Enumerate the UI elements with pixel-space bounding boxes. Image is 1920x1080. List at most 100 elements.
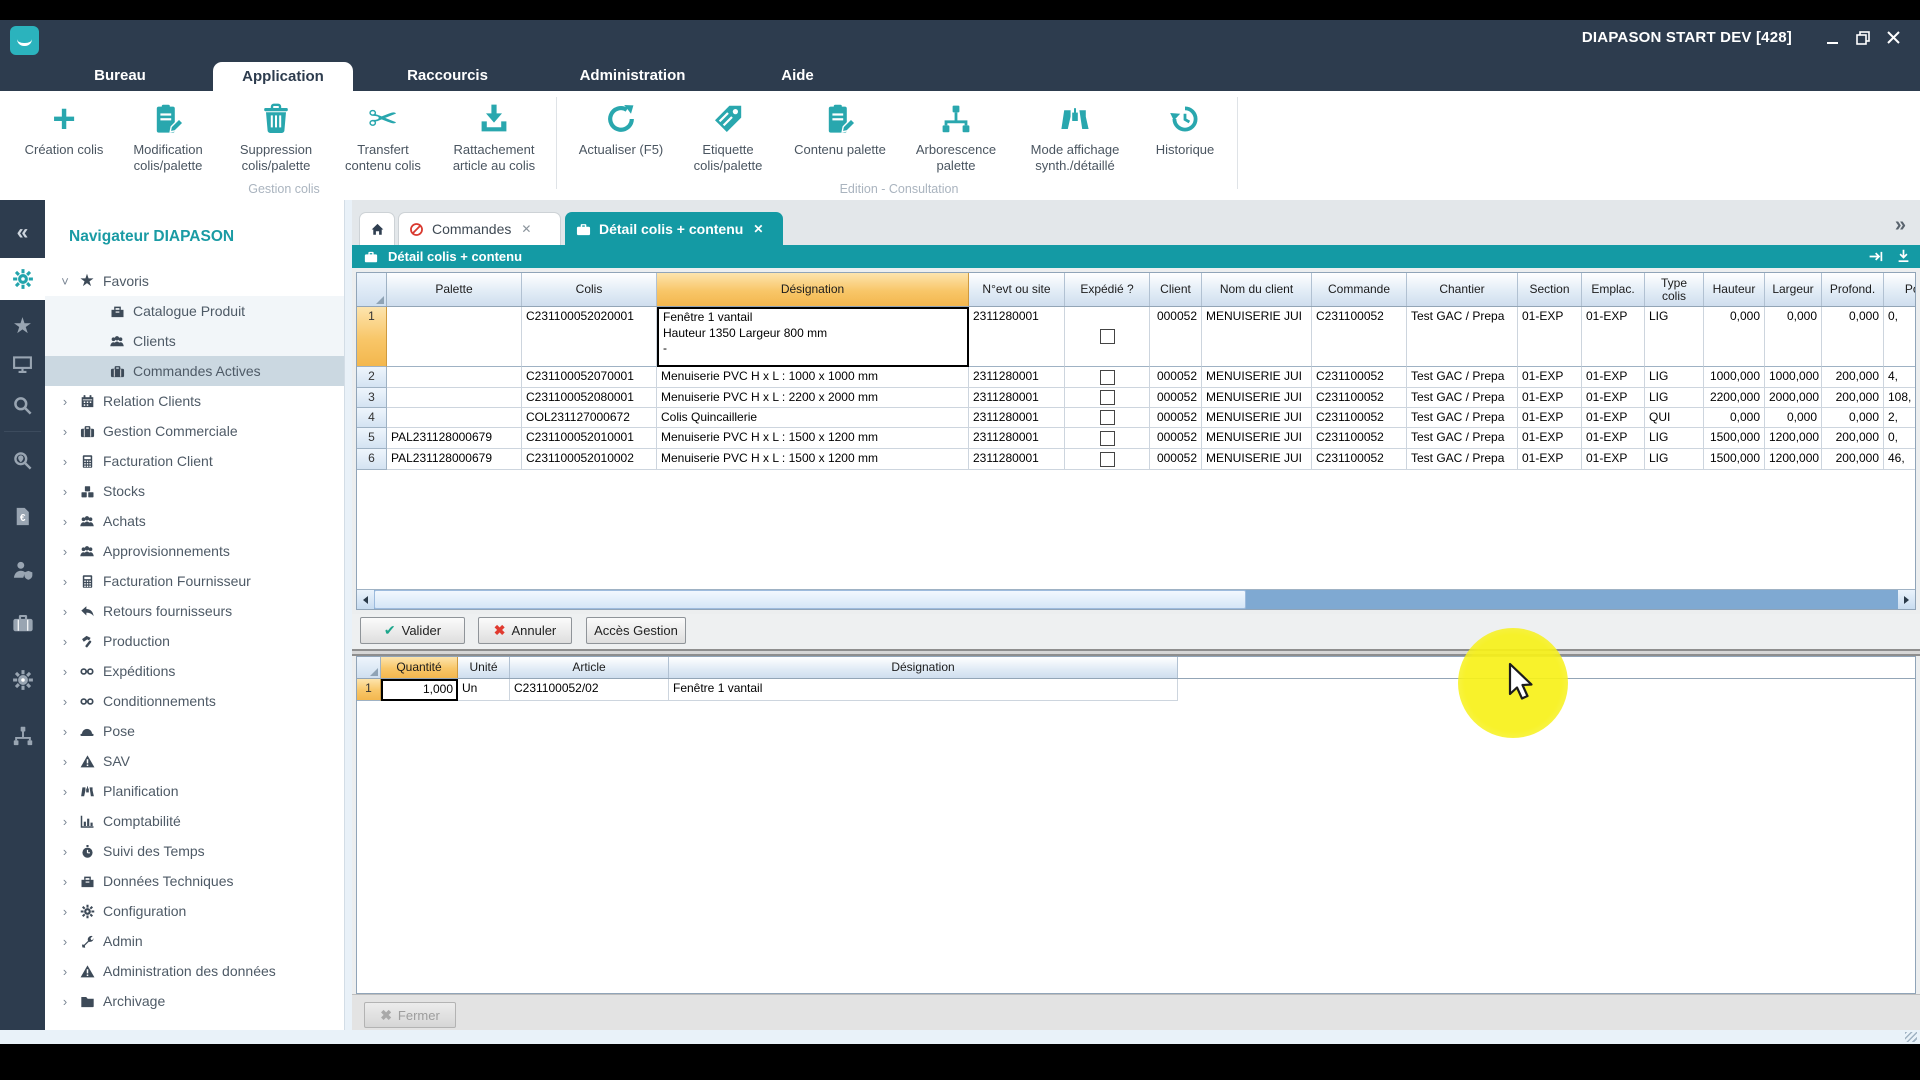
sidebar-item-retours-fournisseurs[interactable]: ›Retours fournisseurs (45, 596, 345, 626)
cell-commande[interactable]: C231100052 (1312, 428, 1407, 449)
sidebar-item-suivi-des-temps[interactable]: ›Suivi des Temps (45, 836, 345, 866)
cell-profond[interactable]: 0,000 (1822, 307, 1884, 367)
checkbox-unchecked[interactable] (1100, 431, 1115, 446)
sidebar-item-facturation-fournisseur[interactable]: ›Facturation Fournisseur (45, 566, 345, 596)
gear-icon[interactable] (0, 662, 45, 698)
sidebar-item-admin[interactable]: ›Admin (45, 926, 345, 956)
ribbon-modification-colis[interactable]: Modification colis/palette (114, 97, 222, 175)
row-number[interactable]: 5 (357, 428, 387, 449)
c.ell-nom-client[interactable]: MENUISERIE JUI (1202, 428, 1312, 449)
ribbon-arborescence-palette[interactable]: Arborescence palette (900, 97, 1012, 175)
cell-client[interactable]: 000052 (1150, 428, 1202, 449)
cell-emplac[interactable]: 01-EXP (1582, 367, 1645, 388)
cell-profond[interactable]: 200,000 (1822, 428, 1884, 449)
cell-section[interactable]: 01-EXP (1518, 367, 1582, 388)
cell-designation[interactable]: Menuiserie PVC H x L : 1000 x 1000 mm (657, 367, 969, 388)
cell-commande[interactable]: C231100052 (1312, 449, 1407, 470)
close-tab-icon[interactable]: ✕ (753, 222, 763, 236)
cell-nevt[interactable]: 2311280001 (969, 367, 1065, 388)
column-header-selected[interactable]: Désignation (657, 273, 969, 306)
cell-emplac[interactable]: 01-EXP (1582, 307, 1645, 367)
column-header[interactable]: Largeur (1765, 273, 1822, 306)
sidebar-item-sav[interactable]: ›SAV (45, 746, 345, 776)
search-icon[interactable] (0, 387, 45, 423)
column-header[interactable]: Désignation (669, 657, 1178, 678)
sidebar-item-planification[interactable]: ›Planification (45, 776, 345, 806)
cell-emplac[interactable]: 01-EXP (1582, 408, 1645, 428)
ribbon-transfert-contenu[interactable]: ✂ Transfert contenu colis (330, 97, 436, 175)
cell-hauteur[interactable]: 0,000 (1704, 307, 1765, 367)
cell-palette[interactable]: PAL231128000679 (387, 428, 522, 449)
column-header[interactable]: Colis (522, 273, 657, 306)
column-header[interactable]: Commande (1312, 273, 1407, 306)
cell-poids[interactable]: 0, (1884, 428, 1916, 449)
cell-unite[interactable]: Un (458, 679, 510, 701)
sidebar-item-production[interactable]: ›Production (45, 626, 345, 656)
column-header[interactable]: Expédié ? (1065, 273, 1150, 306)
cell-profond[interactable]: 0,000 (1822, 408, 1884, 428)
sidebar-item-catalogue-produit[interactable]: Catalogue Produit (45, 296, 345, 326)
close-button[interactable] (1886, 30, 1906, 48)
cell-expedie[interactable] (1065, 307, 1150, 367)
cell-client[interactable]: 000052 (1150, 367, 1202, 388)
cell-type-colis[interactable]: LIG (1645, 388, 1704, 408)
cell-nevt[interactable]: 2311280001 (969, 408, 1065, 428)
cell-largeur[interactable]: 0,000 (1765, 307, 1822, 367)
invoice-euro-icon[interactable] (0, 498, 45, 534)
user-shield-icon[interactable] (0, 552, 45, 588)
navigator-scrollbar[interactable] (344, 200, 352, 1030)
ribbon-mode-affichage[interactable]: Mode affichage synth./détaillé (1012, 97, 1138, 175)
cell-emplac[interactable]: 01-EXP (1582, 388, 1645, 408)
cell-nom-client[interactable]: MENUISERIE JUI (1202, 388, 1312, 408)
cell-expedie[interactable] (1065, 367, 1150, 388)
sidebar-item-archivage[interactable]: ›Archivage (45, 986, 345, 1016)
sidebar-item-donnees-techniques[interactable]: ›Données Techniques (45, 866, 345, 896)
cell-chantier[interactable]: Test GAC / Prepa (1407, 408, 1518, 428)
ribbon-contenu-palette[interactable]: Contenu palette (780, 97, 900, 158)
cell-colis[interactable]: C231100052070001 (522, 367, 657, 388)
cell-expedie[interactable] (1065, 449, 1150, 470)
sidebar-item-administration-des-donnees[interactable]: ›Administration des données (45, 956, 345, 986)
scrollbar-track[interactable] (1246, 590, 1898, 609)
row-number[interactable]: 6 (357, 449, 387, 470)
cell-hauteur[interactable]: 2200,000 (1704, 388, 1765, 408)
sidebar-item-clients[interactable]: Clients (45, 326, 345, 356)
cell-section[interactable]: 01-EXP (1518, 307, 1582, 367)
cell-emplac[interactable]: 01-EXP (1582, 449, 1645, 470)
cell-nom-client[interactable]: MENUISERIE JUI (1202, 307, 1312, 367)
cell-colis[interactable]: C231100052080001 (522, 388, 657, 408)
cell-colis[interactable]: C231100052010002 (522, 449, 657, 470)
cell-commande[interactable]: C231100052 (1312, 307, 1407, 367)
column-header[interactable]: Profond. (1822, 273, 1884, 306)
tab-detail-colis-contenu[interactable]: Détail colis + contenu ✕ (565, 212, 783, 245)
cell-hauteur[interactable]: 0,000 (1704, 408, 1765, 428)
column-header[interactable]: Nom du client (1202, 273, 1312, 306)
ribbon-rattachement-article[interactable]: Rattachement article au colis (436, 97, 552, 175)
cell-palette[interactable] (387, 367, 522, 388)
cell-largeur[interactable]: 1200,000 (1765, 449, 1822, 470)
cell-largeur[interactable]: 0,000 (1765, 408, 1822, 428)
cell-hauteur[interactable]: 1500,000 (1704, 428, 1765, 449)
hierarchy-icon[interactable] (0, 718, 45, 754)
cell-largeur[interactable]: 2000,000 (1765, 388, 1822, 408)
cell-designation[interactable]: Fenêtre 1 vantail (669, 679, 1178, 701)
cell-commande[interactable]: C231100052 (1312, 367, 1407, 388)
checkbox-unchecked[interactable] (1100, 452, 1115, 467)
cell-type-colis[interactable]: LIG (1645, 449, 1704, 470)
row-number[interactable]: 1 (357, 307, 387, 367)
column-header[interactable]: Section (1518, 273, 1582, 306)
column-header[interactable]: Article (510, 657, 669, 678)
ribbon-historique[interactable]: Historique (1138, 97, 1232, 158)
checkbox-unchecked[interactable] (1100, 390, 1115, 405)
sidebar-item-relation-clients[interactable]: ›Relation Clients (45, 386, 345, 416)
sidebar-item-achats[interactable]: ›Achats (45, 506, 345, 536)
cell-nevt[interactable]: 2311280001 (969, 388, 1065, 408)
sidebar-item-approvisionnements[interactable]: ›Approvisionnements (45, 536, 345, 566)
column-header[interactable]: N°evt ou site (969, 273, 1065, 306)
cell-section[interactable]: 01-EXP (1518, 449, 1582, 470)
column-header[interactable]: Unité (458, 657, 510, 678)
menu-tab-application[interactable]: Application (213, 62, 353, 91)
menu-tab-bureau[interactable]: Bureau (60, 60, 180, 91)
menu-tab-raccourcis[interactable]: Raccourcis (385, 60, 510, 91)
sidebar-item-favoris[interactable]: ˅★Favoris (45, 266, 345, 296)
